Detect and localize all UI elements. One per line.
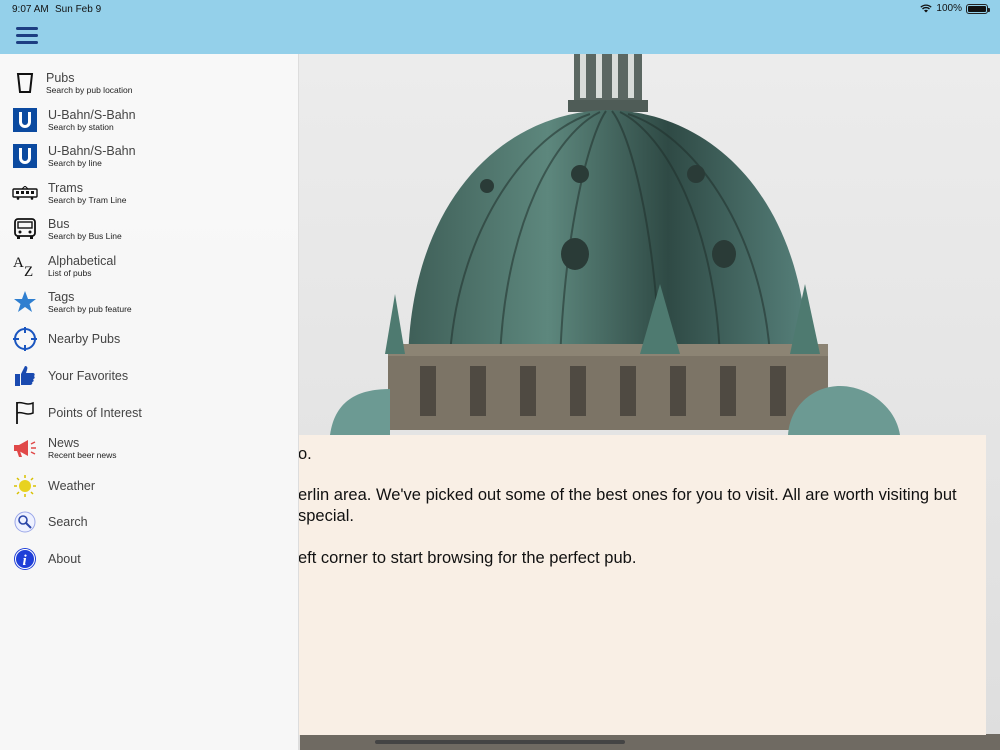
menu-item-pubs[interactable]: Pubs Search by pub location [0,65,299,101]
svg-text:Z: Z [24,264,33,278]
battery-percentage: 100% [936,3,962,14]
status-indicators: 100% [920,3,990,14]
menu-item-title: Weather [48,479,96,493]
menu-item-title: Trams [48,181,83,195]
menu-item-subtitle: Search by line [48,158,102,168]
menu-item-title: Your Favorites [48,369,129,383]
battery-icon [966,3,990,14]
info-icon: i [12,546,38,572]
welcome-text-line: special. [298,507,354,525]
menu-item-subtitle: Recent beer news [48,450,117,460]
status-time: 9:07 AM [12,4,49,15]
menu-item-title: Search [48,515,88,529]
az-icon: AZ [12,253,38,279]
menu-item-weather[interactable]: Weather [0,468,299,504]
menu-item-title: Nearby Pubs [48,332,121,346]
menu-item-points-of-interest[interactable]: Points of Interest [0,395,299,431]
hamburger-menu-button[interactable] [16,27,38,45]
menu-item-news[interactable]: News Recent beer news [0,430,299,466]
menu-item-title: U-Bahn/S-Bahn [48,144,136,158]
menu-item-subtitle: Search by pub location [46,85,133,95]
welcome-card: o. erlin area. We've picked out some of … [298,435,986,735]
megaphone-icon [12,435,38,461]
welcome-text-line: erlin area. We've picked out some of the… [298,486,957,504]
menu-item-ubahn-station[interactable]: U-Bahn/S-Bahn Search by station [0,102,299,138]
pint-glass-icon [12,70,38,96]
bus-icon [12,216,38,242]
menu-item-search[interactable]: Search [0,504,299,540]
menu-item-title: Tags [48,290,75,304]
menu-item-title: Points of Interest [48,406,142,420]
magnifier-icon [12,509,38,535]
menu-item-trams[interactable]: Trams Search by Tram Line [0,175,299,211]
menu-item-subtitle: Search by Tram Line [48,195,127,205]
menu-item-title: Bus [48,217,70,231]
menu-item-tags[interactable]: Tags Search by pub feature [0,284,299,320]
wifi-icon [920,4,933,13]
home-indicator[interactable] [375,740,625,744]
menu-item-favorites[interactable]: Your Favorites [0,358,299,394]
ubahn-icon [12,143,38,169]
ubahn-icon [12,107,38,133]
svg-text:A: A [13,255,24,271]
flag-icon [12,400,38,426]
crosshair-icon [12,326,38,352]
menu-item-about[interactable]: i About [0,541,299,577]
menu-item-title: U-Bahn/S-Bahn [48,108,136,122]
menu-item-title: Pubs [46,71,75,85]
menu-item-title: Alphabetical [48,254,117,268]
menu-item-subtitle: List of pubs [48,268,92,278]
sun-icon [12,473,38,499]
menu-item-alphabetical[interactable]: AZ Alphabetical List of pubs [0,248,299,284]
star-icon [12,289,38,315]
menu-item-subtitle: Search by station [48,122,114,132]
menu-item-nearby-pubs[interactable]: Nearby Pubs [0,321,299,357]
navigation-bar: 9:07 AM Sun Feb 9 100% [0,0,1000,54]
menu-item-ubahn-line[interactable]: U-Bahn/S-Bahn Search by line [0,138,299,174]
thumbs-up-icon [12,363,38,389]
status-date: Sun Feb 9 [55,4,102,15]
welcome-text-line: eft corner to start browsing for the per… [298,549,637,567]
menu-item-subtitle: Search by pub feature [48,304,132,314]
menu-item-title: News [48,436,80,450]
side-menu: Pubs Search by pub location U-Bahn/S-Bah… [0,54,299,750]
menu-item-bus[interactable]: Bus Search by Bus Line [0,211,299,247]
menu-item-subtitle: Search by Bus Line [48,231,122,241]
welcome-text-line: o. [298,445,312,463]
tram-icon [12,180,38,206]
menu-item-title: About [48,552,81,566]
